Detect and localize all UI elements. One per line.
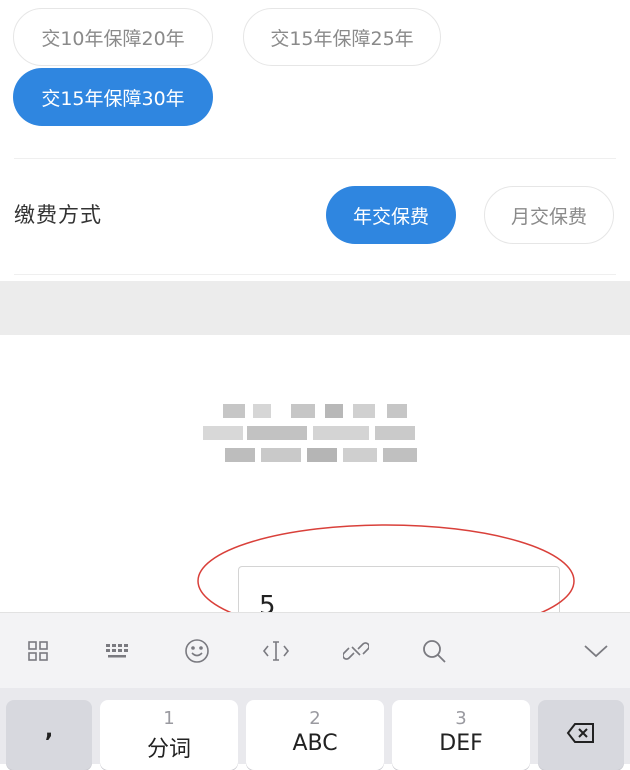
key-2[interactable]: 2 ABC xyxy=(246,700,384,770)
keyboard-keys: , 1 分词 2 ABC 3 DEF xyxy=(0,688,630,770)
emoji-icon[interactable] xyxy=(181,635,213,667)
annual-payment-button[interactable]: 年交保费 xyxy=(326,186,456,244)
backspace-icon xyxy=(566,722,596,748)
term-option-15-30[interactable]: 交15年保障30年 xyxy=(13,68,213,126)
section-separator-band xyxy=(0,281,630,335)
term-option-label: 交10年保障20年 xyxy=(41,27,185,50)
comma-key[interactable]: , xyxy=(6,700,92,770)
term-option-label: 交15年保障25年 xyxy=(270,27,414,50)
link-icon[interactable] xyxy=(340,635,372,667)
key-number: 1 xyxy=(163,708,175,729)
backspace-key[interactable] xyxy=(538,700,624,770)
term-option-10-20[interactable]: 交10年保障20年 xyxy=(13,8,213,66)
blurred-text-block xyxy=(195,398,440,470)
key-label: , xyxy=(44,718,54,743)
key-label: DEF xyxy=(439,731,483,756)
section-divider xyxy=(14,158,616,159)
key-label: 分词 xyxy=(146,737,191,762)
key-3[interactable]: 3 DEF xyxy=(392,700,530,770)
term-option-label: 交15年保障30年 xyxy=(41,87,185,110)
key-1[interactable]: 1 分词 xyxy=(100,700,238,770)
key-number: 2 xyxy=(309,708,321,729)
section-divider xyxy=(14,274,616,275)
key-label: ABC xyxy=(292,731,338,756)
cursor-icon[interactable] xyxy=(260,635,292,667)
collapse-icon[interactable] xyxy=(580,635,612,667)
monthly-payment-label: 月交保费 xyxy=(510,205,587,228)
term-option-15-25[interactable]: 交15年保障25年 xyxy=(243,8,441,66)
monthly-payment-button[interactable]: 月交保费 xyxy=(484,186,614,244)
key-number: 3 xyxy=(455,708,467,729)
search-icon[interactable] xyxy=(418,635,450,667)
keyboard-icon[interactable] xyxy=(102,635,134,667)
payment-method-label: 缴费方式 xyxy=(14,203,102,227)
grid-icon[interactable] xyxy=(22,635,54,667)
keyboard-toolbar xyxy=(0,612,630,689)
annual-payment-label: 年交保费 xyxy=(352,205,429,228)
